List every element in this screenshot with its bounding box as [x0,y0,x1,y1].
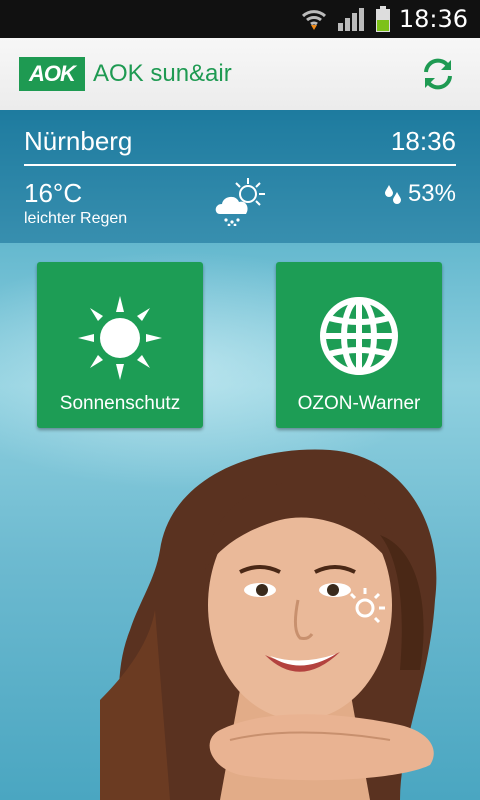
cloud-sun-rain-icon [212,176,268,227]
humidity: 53% [384,180,456,208]
droplets-icon [384,185,401,204]
logo-text: AOK [29,61,76,86]
weather-time: 18:36 [390,126,456,156]
status-time: 18:36 [398,5,468,33]
weather-description: leichter Regen [24,210,128,227]
ozon-warner-button[interactable]: OZON-Warner [276,262,442,428]
woman-portrait-image [100,449,437,800]
globe-icon [317,294,401,383]
aok-logo: AOK [19,57,85,91]
app-bar: AOK AOK sun&air [0,38,480,111]
weather-panel: Nürnberg 18:36 16°C leichter Regen 53% [0,110,480,243]
humidity-value: 53% [407,180,456,207]
wifi-icon [301,7,327,31]
temperature: 16°C [24,178,83,208]
sonnenschutz-label: Sonnenschutz [59,393,181,414]
city-name: Nürnberg [24,126,133,156]
battery-icon [375,6,391,32]
sonnenschutz-button[interactable]: Sonnenschutz [37,262,203,428]
sun-icon [76,294,164,387]
app-title: AOK sun&air [93,60,232,87]
ozon-warner-label: OZON-Warner [297,393,421,414]
weather-divider [24,164,456,166]
refresh-icon[interactable] [420,56,456,92]
status-bar: 18:36 [0,0,480,38]
signal-icon [337,7,365,31]
